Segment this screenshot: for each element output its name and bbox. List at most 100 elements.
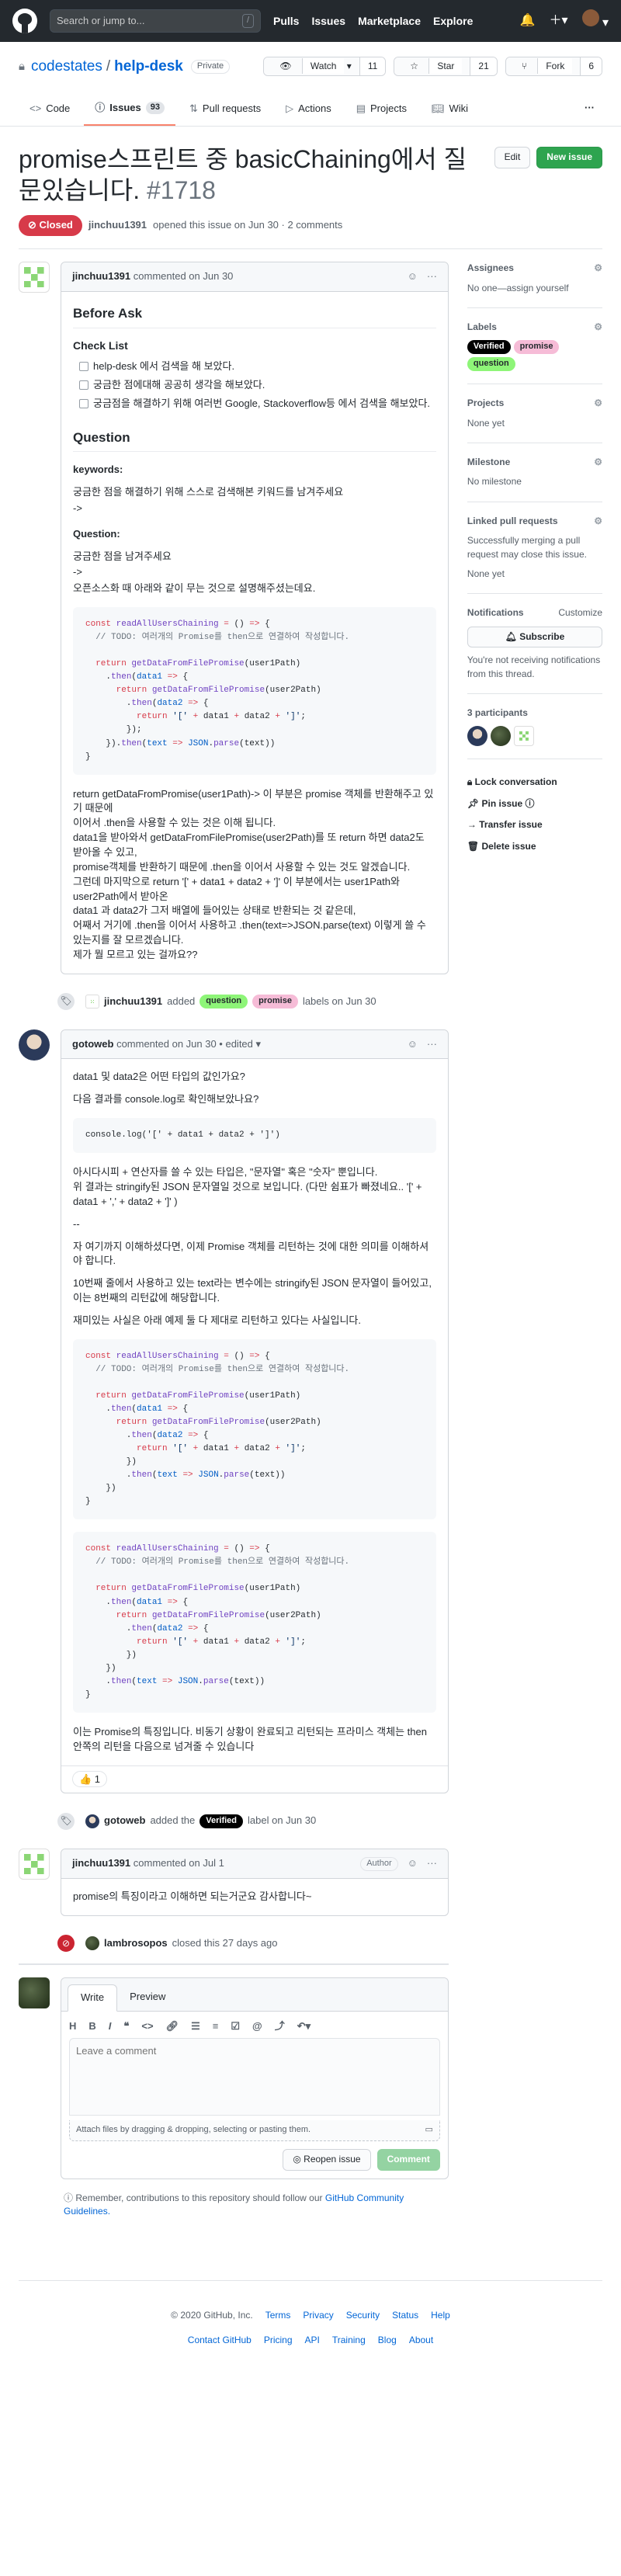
italic-icon[interactable]: I (109, 2019, 112, 2034)
avatar[interactable] (513, 726, 534, 747)
comment-author[interactable]: jinchuu1391 (72, 269, 130, 284)
heading-icon[interactable]: H (69, 2019, 76, 2034)
nav-marketplace[interactable]: Marketplace (358, 13, 421, 29)
watch-count[interactable]: 11 (359, 57, 386, 76)
label-question[interactable]: question (467, 357, 515, 372)
transfer-issue-button[interactable]: → Transfer issue (467, 814, 602, 835)
reopen-issue-button[interactable]: ◎ Reopen issue (283, 2149, 371, 2171)
gear-icon[interactable]: ⚙ (594, 515, 602, 528)
reference-icon[interactable]: ⤴ (275, 2019, 285, 2034)
star-button[interactable]: ☆ Star 21 (394, 57, 498, 77)
avatar[interactable] (85, 1814, 99, 1828)
label-promise[interactable]: promise (513, 340, 560, 355)
event-actor[interactable]: gotoweb (104, 1814, 145, 1828)
sidebar-heading[interactable]: Milestone ⚙ (467, 456, 602, 469)
footer-link[interactable]: Pricing (264, 2334, 293, 2347)
delete-issue-button[interactable]: 🗑︎ Delete issue (467, 836, 602, 857)
plus-icon[interactable]: ＋▾ (549, 12, 567, 30)
comment-meta[interactable]: commented on Jun 30 • edited (116, 1037, 253, 1052)
sidebar-heading[interactable]: Labels ⚙ (467, 321, 602, 334)
smiley-icon[interactable]: ☺ (408, 269, 418, 284)
event-actor[interactable]: jinchuu1391 (104, 995, 162, 1009)
footer-link[interactable]: API (305, 2334, 320, 2347)
issue-author-link[interactable]: jinchuu1391 (88, 218, 147, 233)
tab-write[interactable]: Write (68, 1984, 118, 2012)
footer-link[interactable]: About (409, 2334, 433, 2347)
sidebar-heading[interactable]: Projects ⚙ (467, 397, 602, 410)
assignees-value[interactable]: No one—assign yourself (467, 282, 602, 295)
label-verified[interactable]: Verified (467, 340, 511, 355)
comment-textarea[interactable] (69, 2038, 440, 2116)
footer-link[interactable]: Terms (265, 2309, 291, 2322)
numbered-list-icon[interactable]: ≡ (213, 2019, 219, 2034)
avatar[interactable] (85, 995, 99, 1009)
kebab-icon[interactable]: ··· (427, 1037, 437, 1052)
subscribe-button[interactable]: 🔔︎ Subscribe (467, 626, 602, 648)
checkbox[interactable] (79, 362, 88, 372)
watch-button[interactable]: 👁 Watch ▾ 11 (263, 57, 387, 77)
gear-icon[interactable]: ⚙ (594, 397, 602, 410)
avatar[interactable] (85, 1936, 99, 1951)
kebab-icon[interactable]: ··· (427, 1856, 437, 1871)
avatar[interactable] (490, 726, 511, 747)
fork-count[interactable]: 6 (580, 57, 602, 76)
mention-icon[interactable]: @ (252, 2019, 262, 2034)
sidebar-heading[interactable]: Linked pull requests ⚙ (467, 515, 602, 528)
tab-preview[interactable]: Preview (117, 1984, 178, 2011)
more-tabs-icon[interactable]: ··· (577, 95, 602, 127)
footer-link[interactable]: Contact GitHub (188, 2334, 252, 2347)
footer-link[interactable]: Help (431, 2309, 450, 2322)
nav-issues[interactable]: Issues (311, 13, 345, 29)
star-count[interactable]: 21 (470, 57, 497, 76)
label-question[interactable]: question (199, 995, 248, 1009)
smiley-icon[interactable]: ☺ (408, 1856, 418, 1871)
smiley-icon[interactable]: ☺ (408, 1037, 418, 1052)
repo-owner-link[interactable]: codestates (31, 56, 102, 78)
tab-projects[interactable]: ▤ Projects (345, 95, 418, 127)
nav-pulls[interactable]: Pulls (273, 13, 299, 29)
lock-conversation-button[interactable]: 🔒︎ Lock conversation (467, 772, 602, 793)
user-menu[interactable]: ▾ (581, 9, 609, 32)
event-actor[interactable]: lambrosopos (104, 1936, 168, 1951)
link-icon[interactable]: 🔗︎ (166, 2019, 179, 2034)
avatar[interactable] (19, 1849, 50, 1880)
code-icon[interactable]: <> (141, 2019, 153, 2034)
checkbox[interactable] (79, 399, 88, 409)
tab-wiki[interactable]: 📖︎ Wiki (421, 95, 479, 127)
edit-button[interactable]: Edit (494, 147, 531, 168)
label-promise[interactable]: promise (252, 995, 298, 1009)
tab-actions[interactable]: ▷ Actions (275, 95, 342, 127)
markdown-icon[interactable]: ▭ (425, 2124, 433, 2137)
checkbox[interactable] (79, 380, 88, 391)
bold-icon[interactable]: B (88, 2019, 95, 2034)
avatar[interactable] (467, 726, 487, 747)
tab-code[interactable]: <> Code (19, 95, 81, 127)
comment-author[interactable]: gotoweb (72, 1037, 113, 1052)
task-list-icon[interactable]: ☑ (231, 2019, 240, 2034)
footer-link[interactable]: Privacy (303, 2309, 333, 2322)
avatar[interactable] (19, 1029, 50, 1061)
reply-icon[interactable]: ↶▾ (297, 2019, 310, 2034)
bell-icon[interactable]: 🔔 (520, 12, 536, 30)
gear-icon[interactable]: ⚙ (594, 262, 602, 275)
nav-explore[interactable]: Explore (433, 13, 473, 29)
footer-link[interactable]: Training (332, 2334, 366, 2347)
fork-button[interactable]: ⑂ Fork 6 (505, 57, 602, 77)
bullet-list-icon[interactable]: ☰ (191, 2019, 200, 2034)
kebab-icon[interactable]: ··· (427, 269, 437, 284)
tab-issues[interactable]: ⓘ Issues 93 (84, 95, 176, 127)
comment-author[interactable]: jinchuu1391 (72, 1856, 130, 1871)
search-input[interactable]: Search or jump to... / (50, 9, 261, 33)
footer-link[interactable]: Status (392, 2309, 418, 2322)
gear-icon[interactable]: ⚙ (594, 321, 602, 334)
new-issue-button[interactable]: New issue (536, 147, 602, 168)
repo-name-link[interactable]: help-desk (114, 56, 183, 78)
attach-files-area[interactable]: Attach files by dragging & dropping, sel… (69, 2120, 440, 2142)
tab-pull-requests[interactable]: ⇅ Pull requests (179, 95, 272, 127)
github-logo-icon[interactable] (12, 9, 37, 33)
avatar[interactable] (19, 262, 50, 293)
thumbs-up-reaction[interactable]: 👍 1 (72, 1770, 108, 1787)
sidebar-heading[interactable]: Assignees ⚙ (467, 262, 602, 275)
quote-icon[interactable]: ❝ (123, 2019, 129, 2034)
comment-button[interactable]: Comment (376, 2149, 440, 2171)
